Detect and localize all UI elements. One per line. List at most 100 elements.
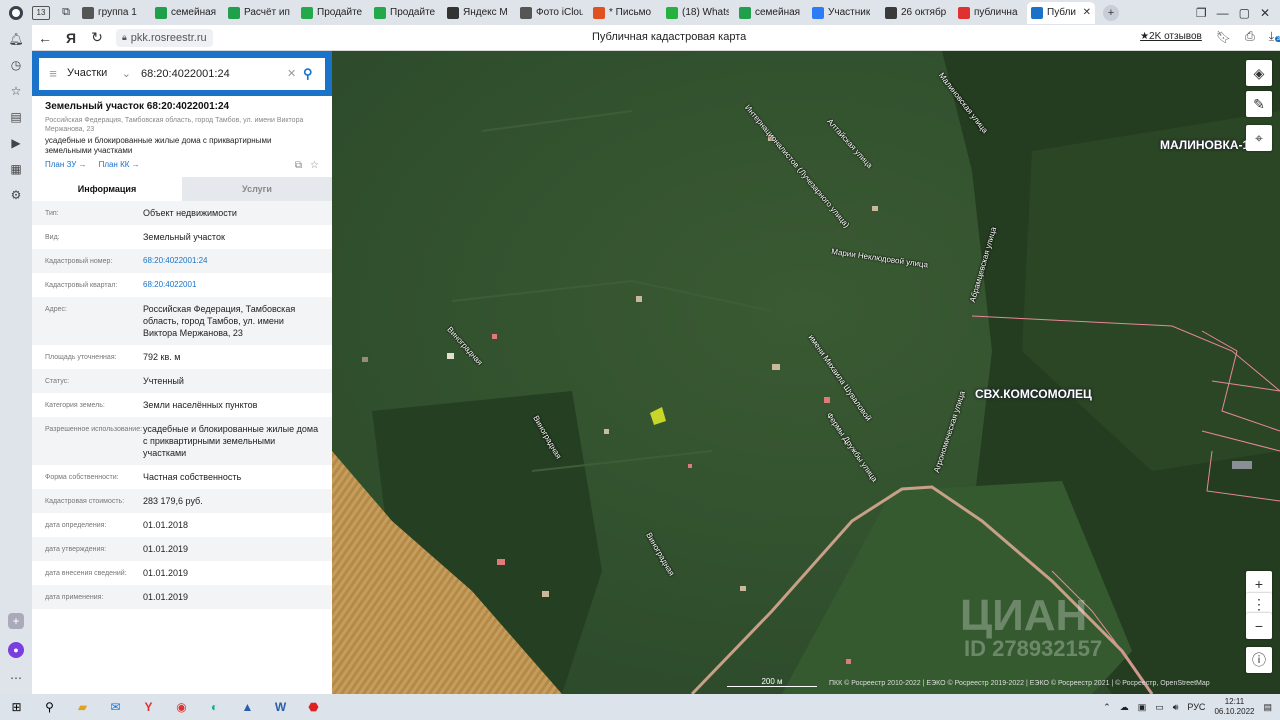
- browser-menu-button[interactable]: [0, 0, 32, 25]
- layers-button[interactable]: ◈: [1246, 60, 1272, 86]
- browser-tab[interactable]: Публи ✕: [1027, 1, 1095, 24]
- close-window-icon[interactable]: ✕: [1260, 6, 1270, 20]
- browser-tab[interactable]: Продайте: [297, 2, 368, 24]
- collections-icon[interactable]: ▤: [8, 109, 24, 125]
- alice-icon[interactable]: ●: [8, 642, 24, 658]
- browser-tab[interactable]: публична: [954, 2, 1025, 24]
- reload-button[interactable]: ↻: [84, 25, 110, 51]
- yandex-browser-icon[interactable]: Y: [132, 694, 165, 720]
- object-header: Земельный участок 68:20:4022001:24 Росси…: [32, 96, 332, 171]
- add-panel-icon[interactable]: +: [8, 613, 24, 629]
- app-icon[interactable]: ▲: [231, 694, 264, 720]
- search-icon[interactable]: ⚲: [33, 694, 66, 720]
- bookmarks-icon[interactable]: ☆: [8, 83, 24, 99]
- attribute-value: 792 кв. м: [143, 352, 181, 362]
- browser-tab[interactable]: группа 1: [78, 2, 149, 24]
- tab-information[interactable]: Информация: [32, 177, 182, 201]
- downloads-badge: 37: [1274, 36, 1280, 42]
- browser-tab[interactable]: семейная: [735, 2, 806, 24]
- zoom-out-button[interactable]: −: [1246, 613, 1272, 639]
- attribute-row: Кадастровый номер: 68:20:4022001:24: [32, 249, 332, 273]
- language-indicator[interactable]: РУС: [1187, 702, 1205, 712]
- object-type-select[interactable]: Участки ⌄: [67, 67, 137, 80]
- map-view[interactable]: Малиновская улица Интернационалистов (Луч…: [332, 51, 1280, 694]
- info-button[interactable]: ⓘ: [1246, 647, 1272, 673]
- copy-link-icon[interactable]: ⧉: [295, 160, 302, 171]
- new-tab-button[interactable]: +: [1103, 4, 1119, 21]
- clear-search-icon[interactable]: ✕: [287, 67, 303, 80]
- windows-taskbar: ⊞ ⚲ ▰ ✉ Y ◉ ◐ ▲ W ⬣ ⌃ ☁ ▣ ▭ 🔊︎ РУС 12:11…: [0, 694, 1280, 720]
- more-icon[interactable]: ⋯: [8, 670, 24, 686]
- tabs-counter-icon[interactable]: 13: [32, 5, 50, 20]
- satellite-map: [332, 51, 1280, 694]
- close-tab-icon[interactable]: ✕: [1083, 7, 1091, 18]
- tab-title: Расчёт ип: [244, 7, 290, 18]
- clock-time: 12:11: [1224, 697, 1245, 706]
- reader-icon[interactable]: ⎙: [1245, 29, 1255, 44]
- notification-center-icon[interactable]: ▤: [1263, 702, 1272, 713]
- browser-tab[interactable]: Участник: [808, 2, 879, 24]
- pdf-icon[interactable]: ⬣: [297, 694, 330, 720]
- browser-tab[interactable]: Фото iClou: [516, 2, 587, 24]
- downloads-icon[interactable]: ⤓37: [1269, 29, 1280, 44]
- yandex-music-icon: [447, 6, 459, 19]
- tray-expand-icon[interactable]: ⌃: [1103, 702, 1111, 713]
- video-icon[interactable]: ▶: [8, 135, 24, 151]
- more-options-button[interactable]: ⋮: [1246, 593, 1272, 615]
- onedrive-icon[interactable]: ☁: [1120, 702, 1129, 713]
- browser-tab[interactable]: Продайте: [370, 2, 441, 24]
- browser-sidebar: 🔔︎ ◷ ☆ ▤ ▶ ▦ ⚙ + ● ⋯: [0, 25, 32, 694]
- tab-search-icon[interactable]: ❐: [1196, 6, 1207, 20]
- favorite-star-icon[interactable]: ☆: [310, 160, 319, 171]
- clock[interactable]: 12:11 06.10.2022: [1214, 697, 1254, 717]
- measure-button[interactable]: ✎: [1246, 91, 1272, 117]
- edge-icon[interactable]: ◐: [198, 694, 231, 720]
- locate-button[interactable]: ⌖: [1246, 125, 1272, 151]
- url-field[interactable]: 🔒︎ pkk.rosreestr.ru: [116, 28, 213, 47]
- tab-services[interactable]: Услуги: [182, 177, 332, 201]
- attribute-value[interactable]: 68:20:4022001:24: [143, 249, 319, 273]
- mail-icon[interactable]: ✉: [99, 694, 132, 720]
- windows-start-icon[interactable]: ⊞: [0, 694, 33, 720]
- zoom-icon: [812, 6, 824, 19]
- plan-kk-link[interactable]: План КК →: [99, 160, 140, 169]
- bookmark-icon[interactable]: 🔖︎: [1216, 30, 1231, 44]
- yandex-home-icon[interactable]: Я: [58, 25, 84, 51]
- back-button[interactable]: ←: [32, 25, 58, 51]
- file-explorer-icon[interactable]: ▰: [66, 694, 99, 720]
- browser-tab[interactable]: (18) Whats: [662, 2, 733, 24]
- notifications-icon[interactable]: 🔔︎: [8, 31, 24, 47]
- attribute-row: Категория земель: Земли населённых пункто…: [32, 393, 332, 417]
- browser-tab[interactable]: * Письмо: [589, 2, 660, 24]
- plan-zu-link[interactable]: План ЗУ →: [45, 160, 87, 169]
- search-input[interactable]: 68:20:4022001:24: [137, 68, 287, 80]
- browser-tab[interactable]: Расчёт ип: [224, 2, 295, 24]
- place-label-malinovka: МАЛИНОВКА-1: [1160, 138, 1250, 152]
- reviews-link[interactable]: ★2K отзывов: [1140, 31, 1202, 42]
- attribute-label: дата утверждения:: [45, 546, 107, 553]
- attribute-label: Кадастровая стоимость:: [45, 498, 125, 505]
- chrome-icon[interactable]: ◉: [165, 694, 198, 720]
- attribute-value: Учтенный: [143, 376, 184, 386]
- menu-icon[interactable]: ≡: [39, 66, 67, 81]
- attribute-label: дата определения:: [45, 522, 107, 529]
- attribute-row: Разрешенное использование: усадебные и бл…: [32, 417, 332, 465]
- network-icon[interactable]: ▭: [1155, 702, 1164, 713]
- search-icon[interactable]: ⚲: [303, 66, 325, 82]
- browser-tab[interactable]: 26 октябр: [881, 2, 952, 24]
- word-icon[interactable]: W: [264, 694, 297, 720]
- browser-tab[interactable]: семейная: [151, 2, 222, 24]
- chevron-down-icon: ⌄: [121, 68, 131, 80]
- minimize-icon[interactable]: —: [1217, 6, 1229, 20]
- calendar-icon[interactable]: ▦: [8, 161, 24, 177]
- copy-tab-icon[interactable]: ⧉: [56, 5, 76, 21]
- tab-title: публична: [974, 7, 1018, 18]
- history-icon[interactable]: ◷: [8, 57, 24, 73]
- browser-tab[interactable]: Яндекс М: [443, 2, 514, 24]
- maximize-icon[interactable]: ▢: [1239, 6, 1250, 20]
- settings-icon[interactable]: ⚙: [8, 187, 24, 203]
- tray-app-icon[interactable]: ▣: [1138, 702, 1147, 713]
- tab-title: Публи: [1047, 7, 1076, 18]
- volume-icon[interactable]: 🔊︎: [1173, 702, 1179, 713]
- attribute-value[interactable]: 68:20:4022001: [143, 273, 319, 297]
